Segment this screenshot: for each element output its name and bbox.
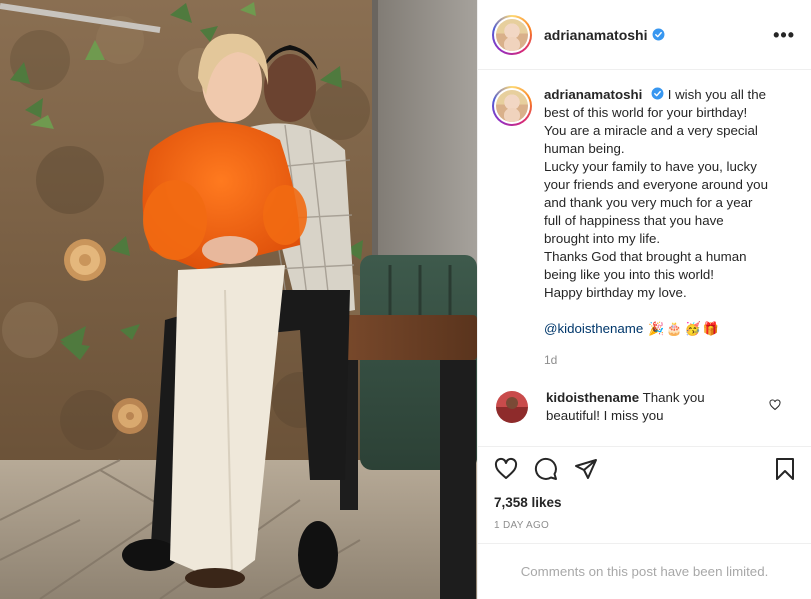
post-photo[interactable] [0, 0, 477, 599]
bookmark-icon[interactable] [773, 457, 797, 481]
verified-badge-icon [653, 28, 665, 41]
caption-line: and thank you very much for a year [544, 195, 753, 210]
post-sidebar: adrianamatoshi ••• adrianamatoshi I wish… [477, 0, 811, 599]
caption-line: You are a miracle and a very special [544, 123, 758, 138]
instagram-post: adrianamatoshi ••• adrianamatoshi I wish… [0, 0, 811, 599]
author-avatar[interactable] [492, 14, 532, 55]
heart-icon[interactable] [494, 457, 518, 481]
caption-line: brought into my life. [544, 231, 661, 246]
caption-line: Lucky your family to have you, lucky [544, 159, 757, 174]
caption-line: I wish you all the [667, 87, 766, 102]
caption-emojis: 🎉🎂🥳🎁 [648, 321, 721, 336]
post-header: adrianamatoshi ••• [478, 0, 811, 70]
caption-line: Happy birthday my love. [544, 285, 687, 300]
verified-badge-icon [651, 87, 664, 100]
caption-line: full of happiness that you have [544, 213, 724, 228]
caption-line: Thanks God that brought a human [544, 249, 747, 264]
reply-text: kidoisthename Thank you beautiful! I mis… [546, 389, 746, 425]
comment-bubble-icon[interactable] [534, 457, 558, 481]
likes-count[interactable]: 7,358 likes [478, 491, 811, 510]
caption-avatar[interactable] [492, 86, 532, 126]
author-username[interactable]: adrianamatoshi [544, 27, 647, 43]
caption-line: best of this world for your birthday! [544, 105, 748, 120]
caption-line: human being. [544, 141, 625, 156]
comments-section: adrianamatoshi I wish you all the best o… [478, 70, 811, 444]
caption-text: adrianamatoshi I wish you all the best o… [544, 86, 794, 369]
reply-username[interactable]: kidoisthename [546, 390, 639, 405]
caption-mention-line: @kidoisthename 🎉🎂🥳🎁 [544, 320, 794, 338]
reply-body: Thank you [642, 390, 705, 405]
more-options-icon[interactable]: ••• [773, 26, 795, 44]
photo-illustration [0, 0, 477, 599]
comments-limited-notice: Comments on this post have been limited. [478, 543, 811, 599]
like-comment-heart-icon[interactable] [769, 399, 781, 411]
caption-line: being like you into this world! [544, 267, 714, 282]
post-timestamp[interactable]: 1 DAY AGO [478, 510, 811, 543]
caption: adrianamatoshi I wish you all the best o… [492, 86, 795, 369]
caption-line: your friends and everyone around you [544, 177, 768, 192]
paper-plane-icon[interactable] [574, 457, 598, 481]
reply-body: beautiful! I miss you [546, 408, 664, 423]
caption-timestamp[interactable]: 1d [544, 351, 794, 369]
mention-link[interactable]: @kidoisthename [544, 321, 643, 336]
caption-username[interactable]: adrianamatoshi [544, 87, 642, 102]
reply-comment: kidoisthename Thank you beautiful! I mis… [492, 389, 795, 425]
reply-avatar[interactable] [496, 391, 528, 423]
action-bar [478, 446, 811, 491]
